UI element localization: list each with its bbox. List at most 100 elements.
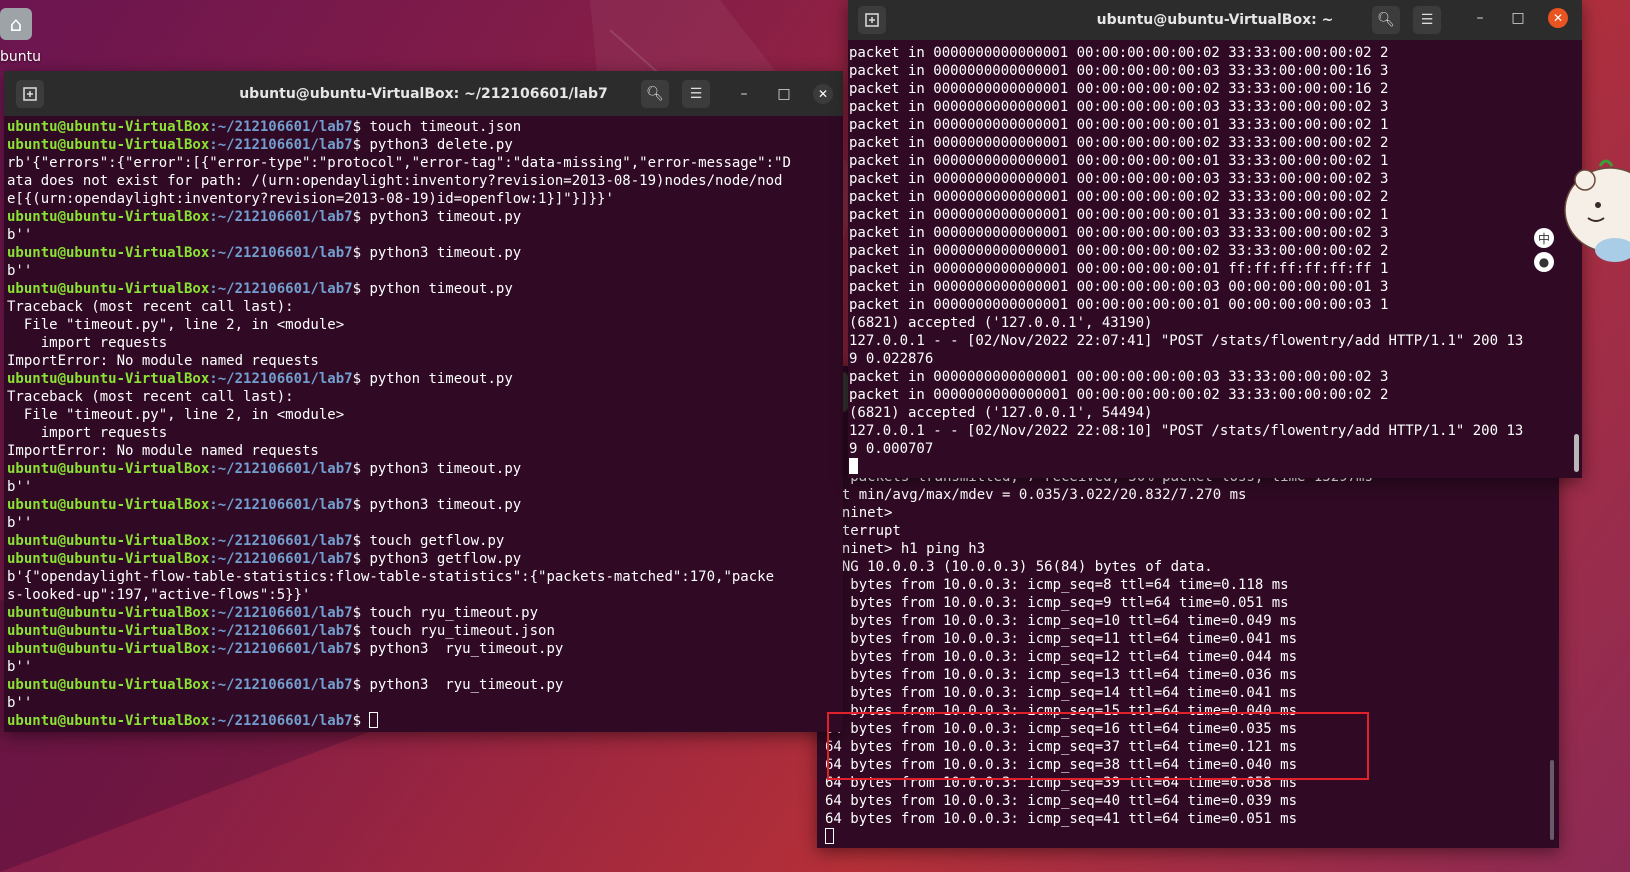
close-button[interactable]: ✕ (1548, 8, 1568, 28)
command-text: touch timeout.json (369, 119, 522, 135)
ping-line: 64 bytes from 10.0.0.3: icmp_seq=10 ttl=… (825, 613, 1298, 629)
ryu-terminal-output: packet in 0000000000000001 00:00:00:00:0… (849, 44, 1569, 476)
prompt-user: ubuntu@ubuntu-VirtualBox (7, 497, 210, 513)
output-text: Traceback (most recent call last): (7, 299, 294, 315)
prompt-path: :~/212106601/lab7 (209, 497, 353, 513)
log-line: packet in 0000000000000001 00:00:00:00:0… (849, 171, 1389, 187)
output-text: import requests (7, 335, 168, 351)
ping-line: 64 bytes from 10.0.0.3: icmp_seq=14 ttl=… (825, 685, 1298, 701)
prompt-line: ubuntu@ubuntu-VirtualBox:~/212106601/lab… (7, 496, 837, 514)
prompt-symbol: $ (352, 497, 370, 513)
minimize-button[interactable]: – (734, 84, 754, 104)
log-line: 127.0.0.1 - - [02/Nov/2022 22:07:41] "PO… (849, 333, 1524, 349)
output-text: b'' (7, 659, 33, 675)
prompt-symbol: $ (352, 245, 370, 261)
command-text: python3 timeout.py (369, 497, 522, 513)
ime-mascot-icon[interactable]: ● (1534, 252, 1554, 272)
home-folder-icon[interactable]: ⌂ (0, 8, 32, 40)
hamburger-menu-icon: ☰ (689, 86, 703, 102)
prompt-line: ubuntu@ubuntu-VirtualBox:~/212106601/lab… (7, 280, 837, 298)
prompt-path: :~/212106601/lab7 (209, 713, 353, 729)
search-icon: 🔍︎ (1377, 12, 1395, 28)
output-text: s-looked-up":197,"active-flows":5}}' (7, 587, 311, 603)
prompt-symbol: $ (352, 119, 370, 135)
log-line: packet in 0000000000000001 00:00:00:00:0… (849, 207, 1389, 223)
prompt-user: ubuntu@ubuntu-VirtualBox (7, 137, 210, 153)
prompt-symbol: $ (352, 677, 370, 693)
prompt-path: :~/212106601/lab7 (209, 605, 353, 621)
output-line: Traceback (most recent call last): (7, 388, 837, 406)
command-text: python3 timeout.py (369, 209, 522, 225)
prompt-line: ubuntu@ubuntu-VirtualBox:~/212106601/lab… (7, 208, 837, 226)
log-line: packet in 0000000000000001 00:00:00:00:0… (849, 297, 1389, 313)
ryu-terminal-titlebar[interactable]: ubuntu@ubuntu-VirtualBox: ~ 🔍︎ ☰ – □ ✕ (848, 0, 1582, 40)
log-line: packet in 0000000000000001 00:00:00:00:0… (849, 45, 1389, 61)
output-line: rb'{"errors":{"error":[{"error-type":"pr… (7, 154, 837, 172)
search-button[interactable]: 🔍︎ (641, 80, 669, 108)
lab7-terminal-output: ubuntu@ubuntu-VirtualBox:~/212106601/lab… (7, 118, 837, 730)
log-line: 9 0.000707 (849, 441, 934, 457)
lab7-terminal-title: ubuntu@ubuntu-VirtualBox: ~/212106601/la… (239, 85, 608, 102)
ping-line: 64 bytes from 10.0.0.3: icmp_seq=12 ttl=… (825, 649, 1298, 665)
prompt-line: ubuntu@ubuntu-VirtualBox:~/212106601/lab… (7, 460, 837, 478)
menu-button[interactable]: ☰ (682, 80, 710, 108)
prompt-path: :~/212106601/lab7 (209, 551, 353, 567)
prompt-path: :~/212106601/lab7 (209, 623, 353, 639)
output-line: b'' (7, 694, 837, 712)
prompt-path: :~/212106601/lab7 (209, 461, 353, 477)
lab7-terminal-titlebar[interactable]: ubuntu@ubuntu-VirtualBox: ~/212106601/la… (4, 71, 843, 116)
prompt-line: ubuntu@ubuntu-VirtualBox:~/212106601/lab… (7, 532, 837, 550)
prompt-symbol: $ (352, 551, 370, 567)
ryu-terminal-window[interactable]: ubuntu@ubuntu-VirtualBox: ~ 🔍︎ ☰ – □ ✕ p… (848, 0, 1582, 478)
log-line: packet in 0000000000000001 00:00:00:00:0… (849, 387, 1389, 403)
maximize-button[interactable]: □ (774, 84, 794, 104)
output-text: b'' (7, 263, 33, 279)
prompt-path: :~/212106601/lab7 (209, 533, 353, 549)
command-text: python3 getflow.py (369, 551, 522, 567)
output-text: b'' (7, 515, 33, 531)
log-line: packet in 0000000000000001 00:00:00:00:0… (849, 369, 1389, 385)
log-line: packet in 0000000000000001 00:00:00:00:0… (849, 63, 1389, 79)
prompt-user: ubuntu@ubuntu-VirtualBox (7, 371, 210, 387)
prompt-path: :~/212106601/lab7 (209, 209, 353, 225)
menu-button[interactable]: ☰ (1413, 6, 1441, 34)
output-line: import requests (7, 424, 837, 442)
lab7-terminal-window[interactable]: ubuntu@ubuntu-VirtualBox: ~/212106601/la… (4, 71, 843, 732)
command-text: python3 timeout.py (369, 461, 522, 477)
log-line: 9 0.022876 (849, 351, 934, 367)
home-folder-label[interactable]: buntu (0, 49, 41, 65)
log-line: 127.0.0.1 - - [02/Nov/2022 22:08:10] "PO… (849, 423, 1524, 439)
prompt-symbol: $ (352, 461, 370, 477)
prompt-user: ubuntu@ubuntu-VirtualBox (7, 119, 210, 135)
prompt-symbol: $ (352, 209, 370, 225)
prompt-user: ubuntu@ubuntu-VirtualBox (7, 713, 210, 729)
prompt-user: ubuntu@ubuntu-VirtualBox (7, 677, 210, 693)
close-button[interactable]: ✕ (813, 84, 833, 104)
output-line: File "timeout.py", line 2, in <module> (7, 316, 837, 334)
prompt-symbol: $ (352, 533, 370, 549)
output-line: File "timeout.py", line 2, in <module> (7, 406, 837, 424)
ime-indicator[interactable]: 中 (1534, 228, 1554, 248)
output-text: b'' (7, 227, 33, 243)
minimize-button[interactable]: – (1470, 8, 1490, 28)
new-tab-button[interactable] (858, 6, 886, 34)
maximize-button[interactable]: □ (1508, 8, 1528, 28)
command-text: python timeout.py (369, 371, 513, 387)
output-line: e[{(urn:opendaylight:inventory?revision=… (7, 190, 837, 208)
prompt-user: ubuntu@ubuntu-VirtualBox (7, 245, 210, 261)
command-text: python3 timeout.py (369, 245, 522, 261)
log-line: (6821) accepted ('127.0.0.1', 43190) (849, 315, 1153, 331)
new-tab-button[interactable] (16, 80, 44, 108)
prompt-user: ubuntu@ubuntu-VirtualBox (7, 605, 210, 621)
output-text: e[{(urn:opendaylight:inventory?revision=… (7, 191, 614, 207)
mininet-ping-output: 14 packets transmitted, 7 received, 50% … (825, 468, 1545, 846)
prompt-path: :~/212106601/lab7 (209, 641, 353, 657)
output-line: ImportError: No module named requests (7, 442, 837, 460)
mininet-scrollbar[interactable] (1550, 760, 1554, 840)
prompt-symbol: $ (352, 605, 370, 621)
ping-line: 64 bytes from 10.0.0.3: icmp_seq=8 ttl=6… (825, 577, 1289, 593)
ryu-scrollbar[interactable] (1574, 434, 1579, 472)
search-button[interactable]: 🔍︎ (1372, 6, 1400, 34)
prompt-line: ubuntu@ubuntu-VirtualBox:~/212106601/lab… (7, 550, 837, 568)
prompt-path: :~/212106601/lab7 (209, 281, 353, 297)
